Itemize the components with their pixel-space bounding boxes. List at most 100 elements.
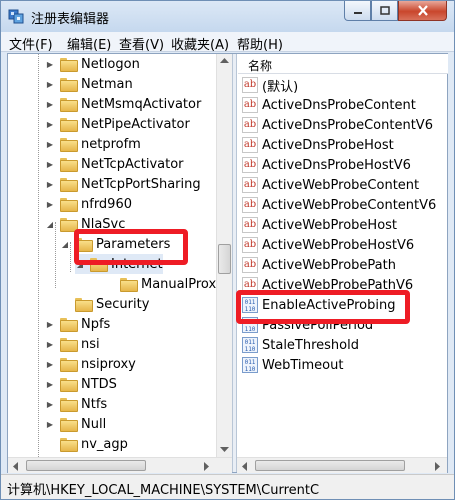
tree-item[interactable]: ▶ Null <box>45 414 106 434</box>
tree-item[interactable]: ▶ netprofm <box>45 134 141 154</box>
expand-arrow-icon[interactable]: ▶ <box>45 80 55 89</box>
menu-file[interactable]: 文件(F) <box>9 34 53 53</box>
tree-item-label: Null <box>81 416 107 432</box>
folder-icon <box>60 438 78 452</box>
tree-horizontal-scrollbar[interactable] <box>8 457 232 473</box>
scroll-left-icon[interactable] <box>242 462 248 471</box>
scroll-right-icon[interactable] <box>435 462 441 471</box>
scroll-left-icon[interactable] <box>13 462 19 471</box>
value-row[interactable]: ab ActiveDnsProbeContent <box>242 95 416 115</box>
expand-arrow-icon[interactable]: ▶ <box>45 320 55 329</box>
close-button[interactable] <box>398 1 447 21</box>
menu-edit[interactable]: 编辑(E) <box>67 34 111 53</box>
folder-icon <box>60 398 78 412</box>
tree-item[interactable]: ▶ NetPipeActivator <box>45 114 190 134</box>
value-name: WebTimeout <box>262 357 344 373</box>
value-row[interactable]: ab ActiveDnsProbeHostV6 <box>242 155 411 175</box>
folder-icon <box>60 58 78 72</box>
pane-splitter[interactable] <box>232 54 237 472</box>
tree-item[interactable]: ▶ Npfs <box>45 314 110 334</box>
folder-icon <box>60 338 78 352</box>
value-row[interactable]: ab ActiveWebProbeContentV6 <box>242 195 436 215</box>
menu-bar: 文件(F) 编辑(E) 查看(V) 收藏夹(A) 帮助(H) <box>1 32 454 53</box>
value-row[interactable]: ab ActiveWebProbeContent <box>242 175 419 195</box>
value-row[interactable]: ab ActiveWebProbeHost <box>242 215 397 235</box>
value-row[interactable]: ab (默认) <box>242 75 298 95</box>
tree-item-label: nsiproxy <box>81 356 136 372</box>
window-title: 注册表编辑器 <box>31 12 110 27</box>
expand-arrow-icon[interactable]: ▶ <box>45 140 55 149</box>
tree-item[interactable]: Security <box>60 294 149 314</box>
value-row[interactable]: ab ActiveWebProbeHostV6 <box>242 235 414 255</box>
folder-icon <box>60 138 78 152</box>
collapse-arrow-icon[interactable]: ◢ <box>45 220 55 229</box>
scroll-down-icon[interactable] <box>220 447 229 453</box>
folder-icon <box>60 78 78 92</box>
tree-item-label: NetPipeActivator <box>81 116 190 132</box>
tree-item[interactable]: ▶ NTDS <box>45 374 117 394</box>
expand-arrow-icon[interactable]: ▶ <box>45 380 55 389</box>
expand-arrow-icon[interactable]: ▶ <box>45 340 55 349</box>
tree-item[interactable]: ▶ Netman <box>45 74 133 94</box>
tree-item[interactable]: ManualProxies <box>105 274 232 294</box>
highlight-enable-active-probing <box>236 290 410 324</box>
folder-icon <box>60 378 78 392</box>
tree-item[interactable]: nv_agp <box>45 434 128 454</box>
folder-icon <box>60 98 78 112</box>
column-header-name[interactable]: 名称 <box>238 54 448 74</box>
menu-help[interactable]: 帮助(H) <box>237 34 283 53</box>
tree-item[interactable]: ▶ nfrd960 <box>45 194 132 214</box>
tree-item-label: nsi <box>81 336 100 352</box>
expand-arrow-icon[interactable]: ▶ <box>45 120 55 129</box>
tree-item-label: Netlogon <box>81 56 140 72</box>
minimize-button[interactable] <box>344 1 371 21</box>
tree-item-label: NTDS <box>81 376 117 392</box>
tree-item[interactable]: ▶ nsiproxy <box>45 354 136 374</box>
string-value-icon: ab <box>242 257 258 273</box>
tree-vertical-scrollbar[interactable] <box>216 54 232 457</box>
tree-item-label: NetTcpActivator <box>81 156 184 172</box>
status-bar: 计算机\HKEY_LOCAL_MACHINE\SYSTEM\CurrentC <box>1 474 454 499</box>
expand-arrow-icon[interactable]: ▶ <box>45 360 55 369</box>
scroll-right-icon[interactable] <box>204 462 210 471</box>
expand-arrow-icon[interactable]: ▶ <box>45 60 55 69</box>
value-name: ActiveWebProbeHost <box>262 217 398 233</box>
string-value-icon: ab <box>242 157 258 173</box>
value-name: ActiveDnsProbeHost <box>262 137 394 153</box>
scroll-up-icon[interactable] <box>220 58 229 64</box>
value-row[interactable]: ab ActiveDnsProbeContentV6 <box>242 115 433 135</box>
expand-arrow-icon[interactable]: ▶ <box>45 180 55 189</box>
value-row[interactable]: 011 110 StaleThreshold <box>242 335 359 355</box>
tree-item[interactable]: ▶ Ntfs <box>45 394 107 414</box>
title-bar[interactable]: 注册表编辑器 <box>1 1 454 32</box>
binary-value-icon: 011 110 <box>242 357 258 373</box>
tree-item[interactable]: ▶ NetMsmqActivator <box>45 94 201 114</box>
tree-item[interactable]: ▶ NetTcpPortSharing <box>45 174 201 194</box>
value-row[interactable]: 011 110 WebTimeout <box>242 355 343 375</box>
scrollbar-thumb[interactable] <box>218 244 231 274</box>
tree-item[interactable]: ▶ nsi <box>45 334 100 354</box>
string-value-icon: ab <box>242 137 258 153</box>
expand-arrow-icon[interactable]: ▶ <box>45 200 55 209</box>
collapse-arrow-icon[interactable]: ◢ <box>60 240 70 249</box>
folder-icon <box>60 198 78 212</box>
expand-arrow-icon[interactable]: ▶ <box>45 160 55 169</box>
tree-item[interactable]: ▶ Netlogon <box>45 54 140 74</box>
expand-arrow-icon[interactable]: ▶ <box>45 400 55 409</box>
scrollbar-thumb[interactable] <box>26 460 146 471</box>
value-row[interactable]: ab ActiveDnsProbeHost <box>242 135 394 155</box>
maximize-button[interactable] <box>371 1 398 21</box>
folder-icon <box>60 318 78 332</box>
menu-favorites[interactable]: 收藏夹(A) <box>171 34 229 53</box>
maximize-icon <box>379 6 390 15</box>
expand-arrow-icon[interactable]: ▶ <box>45 100 55 109</box>
values-horizontal-scrollbar[interactable] <box>237 457 447 473</box>
value-row[interactable]: ab ActiveWebProbePath <box>242 255 396 275</box>
menu-view[interactable]: 查看(V) <box>119 34 164 53</box>
expand-arrow-icon[interactable]: ▶ <box>45 420 55 429</box>
value-name: ActiveDnsProbeContent <box>262 97 416 113</box>
value-name: (默认) <box>262 79 299 95</box>
string-value-icon: ab <box>242 237 258 253</box>
scrollbar-thumb[interactable] <box>255 460 405 471</box>
tree-item[interactable]: ▶ NetTcpActivator <box>45 154 184 174</box>
